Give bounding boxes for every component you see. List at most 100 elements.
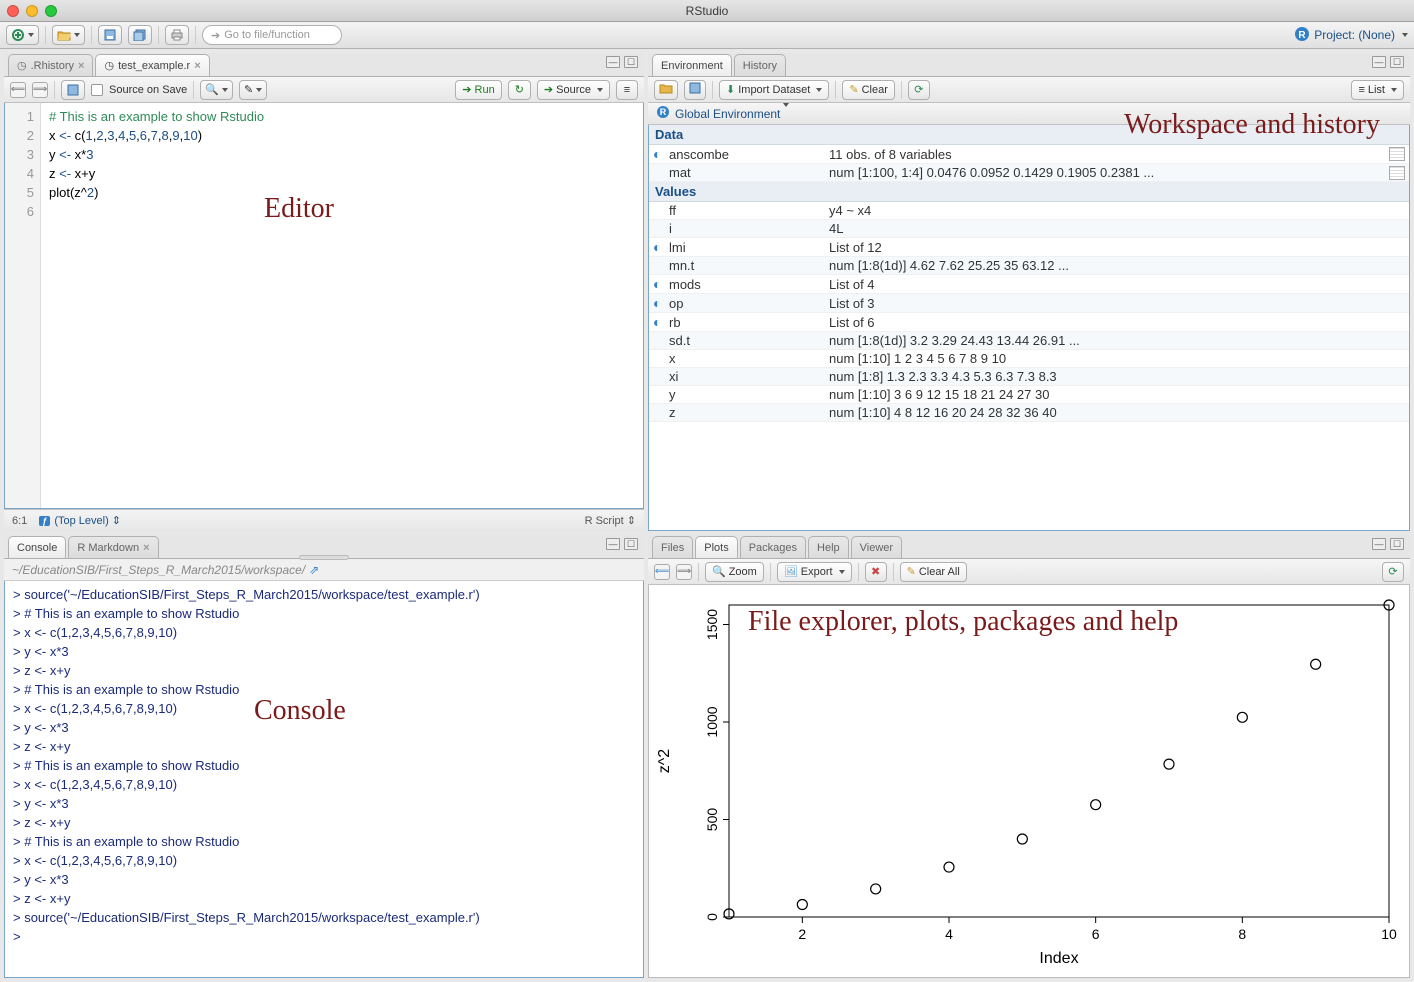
rerun-button[interactable]: ↻ — [508, 80, 531, 100]
broom-icon: ✎ — [849, 83, 858, 96]
close-icon[interactable]: × — [78, 60, 84, 72]
svg-text:10: 10 — [1381, 926, 1397, 942]
env-value-row[interactable]: i 4L — [649, 220, 1409, 238]
svg-text:2: 2 — [798, 926, 806, 942]
file-icon: ◷ — [104, 59, 114, 72]
print-button[interactable] — [165, 25, 189, 45]
doc-outline-button[interactable]: ≡ — [616, 80, 638, 100]
grid-icon[interactable] — [1389, 147, 1405, 161]
expand-icon[interactable]: ◐ — [653, 146, 669, 162]
export-button[interactable]: 🖼Export — [777, 562, 852, 582]
grid-icon[interactable] — [1389, 166, 1405, 180]
expand-icon[interactable]: ◐ — [653, 295, 669, 311]
svg-text:z^2: z^2 — [656, 749, 673, 774]
minimize-pane-button[interactable]: — — [1372, 56, 1386, 68]
close-icon[interactable]: × — [194, 60, 200, 72]
minimize-pane-button[interactable]: — — [1372, 538, 1386, 550]
env-value-row[interactable]: ◐ rb List of 6 — [649, 313, 1409, 332]
editor-tab-test-example[interactable]: ◷ test_example.r × — [95, 54, 209, 76]
project-menu[interactable]: R Project: (None) — [1294, 26, 1408, 45]
plots-tabs: FilesPlotsPackagesHelpViewer — ☐ — [648, 535, 1410, 559]
prev-plot-button[interactable]: ⟸ — [654, 564, 670, 580]
env-value-row[interactable]: ◐ mods List of 4 — [649, 275, 1409, 294]
new-file-button[interactable] — [6, 25, 39, 45]
env-data-row[interactable]: ◐ anscombe 11 obs. of 8 variables — [649, 145, 1409, 164]
pane-resize-handle[interactable] — [299, 555, 349, 560]
rerun-icon: ↻ — [515, 83, 524, 96]
editor-tab-rhistory[interactable]: ◷ .Rhistory × — [8, 54, 93, 76]
scope-label[interactable]: (Top Level) ⇕ — [54, 514, 121, 527]
clear-workspace-button[interactable]: ✎Clear — [842, 80, 895, 100]
plot-area: 246810050010001500Indexz^2 — [648, 585, 1410, 978]
cursor-position: 6:1 — [12, 515, 27, 527]
find-button[interactable]: 🔍 — [200, 80, 233, 100]
forward-button[interactable]: ⟹ — [32, 82, 48, 98]
view-mode-button[interactable]: ≡ List — [1351, 80, 1404, 100]
env-value-row[interactable]: mn.t num [1:8(1d)] 4.62 7.62 25.25 35 63… — [649, 257, 1409, 275]
back-button[interactable]: ⟸ — [10, 82, 26, 98]
env-value-row[interactable]: ◐ op List of 3 — [649, 294, 1409, 313]
plots-tab-help[interactable]: Help — [808, 536, 849, 558]
r-icon: R — [656, 105, 670, 122]
maximize-pane-button[interactable]: ☐ — [1390, 56, 1404, 68]
zoom-button[interactable]: 🔍Zoom — [705, 562, 764, 582]
env-value-row[interactable]: xi num [1:8] 1.3 2.3 3.3 4.3 5.3 6.3 7.3… — [649, 368, 1409, 386]
file-icon: ◷ — [17, 59, 27, 72]
env-value-row[interactable]: z num [1:10] 4 8 12 16 20 24 28 32 36 40 — [649, 404, 1409, 422]
source-on-save-checkbox[interactable] — [91, 84, 103, 96]
env-value-row[interactable]: ff y4 ~ x4 — [649, 202, 1409, 220]
close-icon[interactable]: × — [143, 542, 149, 554]
minimize-pane-button[interactable]: — — [606, 56, 620, 68]
refresh-env-button[interactable]: ⟳ — [908, 80, 930, 100]
main-toolbar: ➔ Go to file/function R Project: (None) — [0, 22, 1414, 49]
expand-icon[interactable]: ◐ — [653, 314, 669, 330]
console-tab-console[interactable]: Console — [8, 536, 66, 558]
maximize-pane-button[interactable]: ☐ — [1390, 538, 1404, 550]
window-zoom-button[interactable] — [45, 5, 57, 17]
goto-file-function-input[interactable]: ➔ Go to file/function — [202, 25, 342, 45]
expand-icon[interactable]: ◐ — [653, 276, 669, 292]
env-list[interactable]: Data ◐ anscombe 11 obs. of 8 variables m… — [648, 125, 1410, 531]
maximize-pane-button[interactable]: ☐ — [624, 538, 638, 550]
env-value-row[interactable]: x num [1:10] 1 2 3 4 5 6 7 8 9 10 — [649, 350, 1409, 368]
load-workspace-button[interactable] — [654, 80, 678, 100]
next-plot-button[interactable]: ⟹ — [676, 564, 692, 580]
window-minimize-button[interactable] — [26, 5, 38, 17]
expand-icon[interactable]: ◐ — [653, 239, 669, 255]
env-value-row[interactable]: ◐ lmi List of 12 — [649, 238, 1409, 257]
refresh-plots-button[interactable]: ⟳ — [1382, 562, 1404, 582]
import-icon: ⬇ — [726, 83, 735, 96]
save-workspace-button[interactable] — [684, 80, 706, 100]
save-button[interactable] — [98, 25, 122, 45]
source-button[interactable]: ➔Source — [537, 80, 610, 100]
env-tab-environment[interactable]: Environment — [652, 54, 732, 76]
maximize-pane-button[interactable]: ☐ — [624, 56, 638, 68]
run-button[interactable]: ➔Run — [455, 80, 501, 100]
plots-tab-packages[interactable]: Packages — [740, 536, 806, 558]
save-doc-button[interactable] — [61, 80, 85, 100]
env-tab-history[interactable]: History — [734, 54, 786, 76]
env-data-row[interactable]: mat num [1:100, 1:4] 0.0476 0.0952 0.142… — [649, 164, 1409, 182]
open-file-button[interactable] — [52, 25, 85, 45]
code-tools-button[interactable]: ✎ — [239, 80, 267, 100]
clear-all-plots-button[interactable]: ✎Clear All — [900, 562, 967, 582]
svg-text:0: 0 — [704, 913, 720, 921]
import-dataset-button[interactable]: ⬇Import Dataset — [719, 80, 829, 100]
plots-tab-viewer[interactable]: Viewer — [851, 536, 902, 558]
window-close-button[interactable] — [7, 5, 19, 17]
svg-text:1000: 1000 — [704, 706, 720, 737]
plots-tab-files[interactable]: Files — [652, 536, 693, 558]
language-selector[interactable]: R Script — [585, 515, 624, 527]
minimize-pane-button[interactable]: — — [606, 538, 620, 550]
env-value-row[interactable]: sd.t num [1:8(1d)] 3.2 3.29 24.43 13.44 … — [649, 332, 1409, 350]
remove-plot-button[interactable]: ✖ — [865, 562, 887, 582]
env-scope-selector[interactable]: Global Environment — [675, 107, 789, 121]
goto-dir-icon[interactable]: ⇗ — [309, 563, 319, 577]
code-editor[interactable]: 123456 # This is an example to show Rstu… — [4, 103, 644, 509]
console-output[interactable]: > source('~/EducationSIB/First_Steps_R_M… — [4, 581, 644, 978]
plots-tab-plots[interactable]: Plots — [695, 536, 737, 558]
code-content[interactable]: # This is an example to show Rstudiox <-… — [41, 103, 643, 508]
env-value-row[interactable]: y num [1:10] 3 6 9 12 15 18 21 24 27 30 — [649, 386, 1409, 404]
console-tab-rmarkdown[interactable]: R Markdown × — [68, 536, 158, 558]
save-all-button[interactable] — [128, 25, 152, 45]
